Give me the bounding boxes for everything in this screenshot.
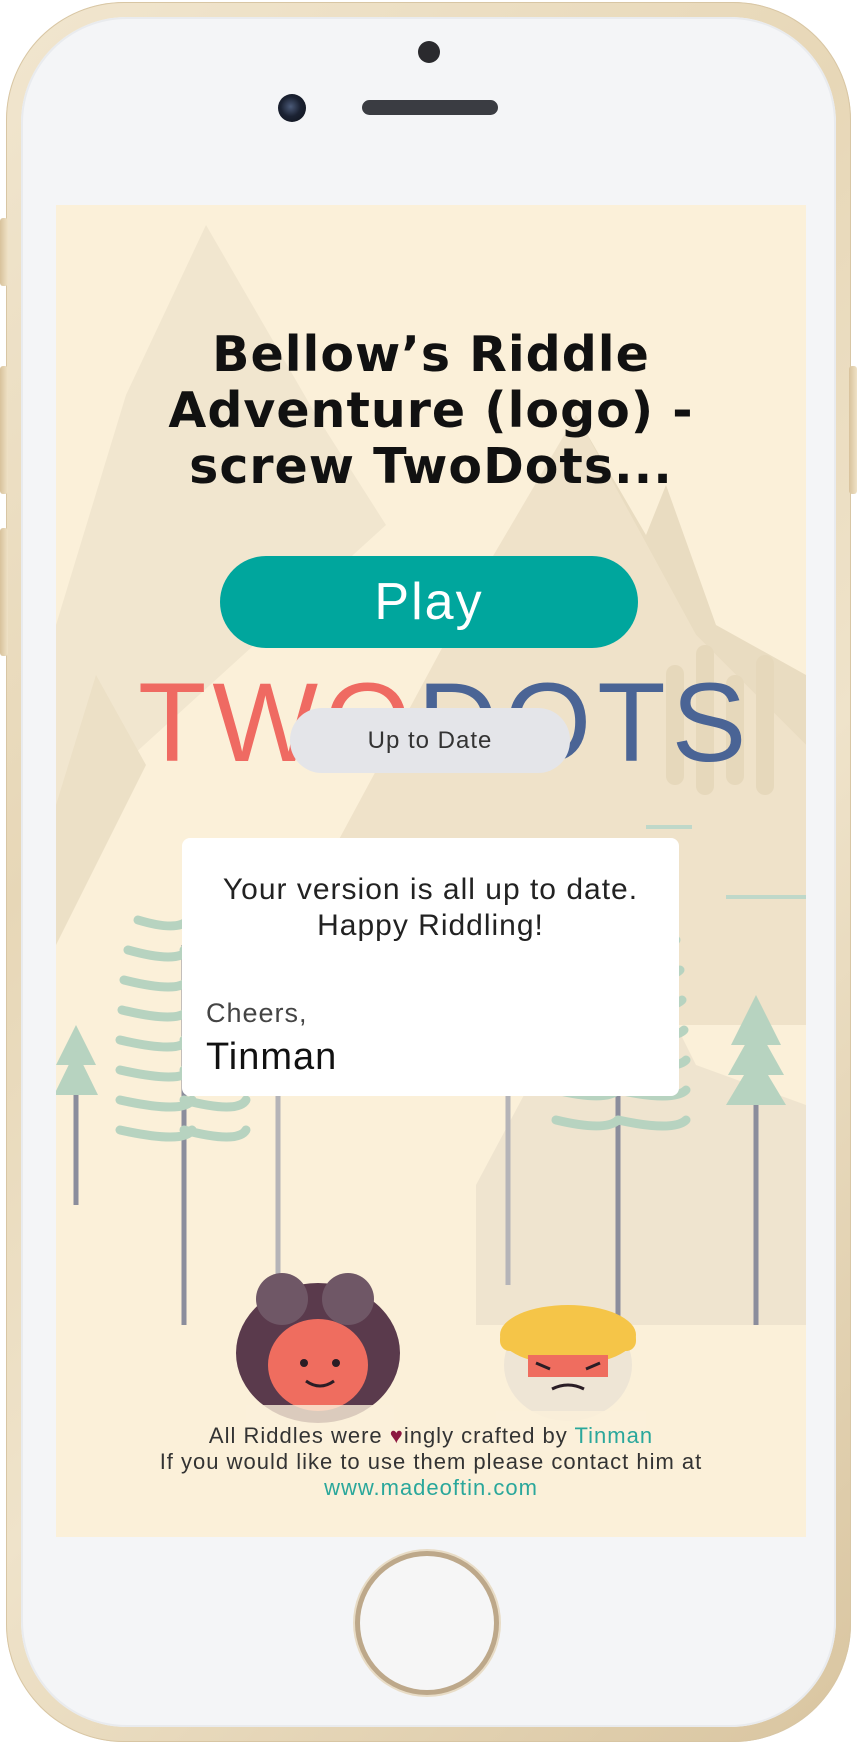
page-title: Bellow’s Riddle Adventure (logo) - screw… — [168, 326, 694, 495]
volume-down-button — [0, 528, 8, 656]
status-pill: Up to Date — [290, 708, 570, 773]
message-card: Your version is all up to date. Happy Ri… — [182, 838, 679, 1096]
footer-prefix: All Riddles were — [208, 1423, 390, 1448]
mute-switch — [0, 218, 8, 286]
volume-up-button — [0, 366, 8, 494]
author-link[interactable]: Tinman — [575, 1423, 654, 1448]
website-link[interactable]: www.madeoftin.com — [76, 1475, 786, 1501]
app-screen: Bellow’s Riddle Adventure (logo) - screw… — [56, 205, 806, 1537]
heart-icon: ♥ — [389, 1423, 404, 1448]
card-message: Your version is all up to date. Happy Ri… — [222, 873, 639, 942]
footer-credits: All Riddles were ♥ingly crafted by Tinma… — [76, 1423, 786, 1501]
play-button[interactable]: Play — [220, 556, 638, 648]
proximity-sensor — [418, 41, 440, 63]
footer-line-1: All Riddles were ♥ingly crafted by Tinma… — [76, 1423, 786, 1449]
power-button — [849, 366, 857, 494]
earpiece-speaker — [362, 100, 498, 115]
footer-middle: ingly crafted by — [403, 1423, 575, 1448]
girl-character — [236, 1273, 400, 1445]
card-signature: Tinman — [206, 1036, 338, 1078]
home-button[interactable] — [360, 1556, 494, 1690]
front-camera — [278, 94, 306, 122]
card-greeting: Cheers, — [206, 998, 308, 1028]
footer-line-2: If you would like to use them please con… — [159, 1449, 703, 1474]
